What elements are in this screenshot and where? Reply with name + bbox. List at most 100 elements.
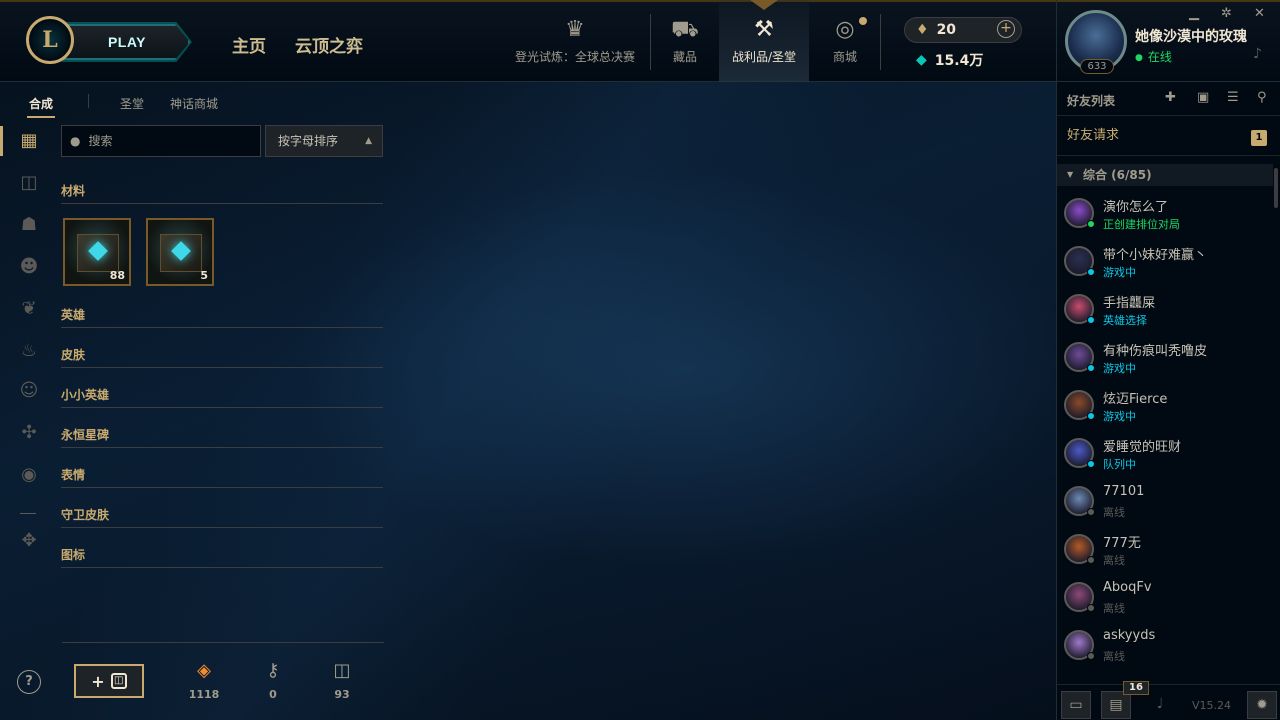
tab-mythic-shop[interactable]: 神话商城 [170, 95, 218, 112]
emote-face-icon[interactable]: ☺ [18, 380, 40, 402]
champion-helmet-icon[interactable]: ☗ [18, 214, 40, 236]
orange-essence-value: 1118 [188, 688, 220, 701]
friend-status: 离线 [1103, 554, 1125, 567]
profile-icon-category-icon[interactable]: ◉ [18, 464, 40, 486]
item-count: 5 [200, 269, 208, 282]
friend-group-label: 综合 (6/85) [1083, 168, 1152, 182]
category-ward-skins[interactable]: 守卫皮肤 [61, 506, 383, 528]
skin-mask-icon[interactable]: ☻ [18, 256, 40, 278]
search-icon[interactable]: ⚲ [1257, 90, 1267, 105]
help-button[interactable]: ? [17, 670, 41, 694]
friend-status: 离线 [1103, 602, 1125, 615]
blue-essence-icon: ◆ [916, 52, 927, 68]
friend-row[interactable]: 777无离线 [1057, 526, 1273, 574]
hammer-icon: ⚒ [754, 16, 774, 42]
friends-title: 好友列表 [1067, 94, 1116, 108]
friend-requests-row[interactable]: 好友请求 [1057, 116, 1280, 156]
notifications-icon[interactable]: ▤ [1101, 691, 1131, 719]
friend-row[interactable]: 77101 离线 [1057, 478, 1273, 526]
tab-sanctum[interactable]: 圣堂 [120, 95, 144, 112]
friend-name: 77101 [1103, 484, 1145, 499]
blue-essence-balance: ◆ 15.4万 [916, 50, 983, 70]
friend-status-dot [1087, 220, 1095, 228]
nav-collection[interactable]: ⛟ 藏品 [660, 0, 710, 82]
friends-scrollbar[interactable] [1274, 168, 1278, 208]
notification-bell-icon[interactable]: ♪ [1253, 46, 1262, 62]
minimize-icon[interactable]: ▁ [1189, 6, 1199, 21]
category-materials[interactable]: 材料 [61, 182, 383, 204]
nav-store-label: 商城 [832, 49, 857, 64]
add-friend-icon[interactable]: ✚ [1165, 90, 1176, 105]
friend-name: 777无 [1103, 536, 1141, 551]
chest-category-icon[interactable]: ◫ [18, 172, 40, 194]
friend-status-dot [1087, 556, 1095, 564]
loot-item-chest[interactable]: 88 [63, 218, 131, 286]
footer-divider [62, 642, 384, 643]
friend-row[interactable]: askyyds 离线 [1057, 622, 1273, 670]
friend-status-dot [1087, 652, 1095, 660]
nav-store[interactable]: ◎ 商城 [820, 0, 870, 82]
nav-worlds-event[interactable]: ♛ 登光试炼：全球总决赛 [512, 0, 638, 82]
summoner-name[interactable]: 她像沙漠中的玫瑰 [1135, 26, 1247, 46]
category-emotes[interactable]: 表情 [61, 466, 383, 488]
list-view-icon[interactable]: ☰ [1227, 90, 1239, 105]
category-icons[interactable]: 图标 [61, 546, 383, 568]
search-input[interactable] [88, 134, 249, 148]
ward-totem-icon[interactable]: ✣ [18, 422, 40, 444]
key-icon: ⚷ [266, 660, 280, 681]
friend-row[interactable]: AboqFv 离线 [1057, 574, 1273, 622]
friend-status: 游戏中 [1103, 362, 1136, 375]
bug-report-icon[interactable]: ✹ [1247, 691, 1277, 719]
friend-row[interactable]: 手指龘屎 英雄选择 [1057, 286, 1273, 334]
category-little-legends[interactable]: 小小英雄 [61, 386, 383, 408]
friend-row[interactable]: 带个小妹好难赢丶 游戏中 [1057, 238, 1273, 286]
caret-down-icon: ▼ [1067, 170, 1074, 179]
buy-chest-button[interactable]: + ◫ [74, 664, 144, 698]
chat-icon[interactable]: ▭ [1061, 691, 1091, 719]
friend-status: 游戏中 [1103, 410, 1136, 423]
eternals-flame-icon[interactable]: ♨ [18, 340, 40, 362]
nav-tft[interactable]: 云顶之弈 [295, 32, 363, 57]
profile-panel: 633 她像沙漠中的玫瑰 在线 ▁ ✲ ✕ ♪ [1056, 0, 1280, 82]
item-count: 88 [109, 269, 125, 282]
sort-dropdown[interactable]: 按字母排序 ▲ [265, 125, 383, 157]
loot-item-chest-2[interactable]: 5 [146, 218, 214, 286]
tab-crafting[interactable]: 合成 [26, 95, 56, 118]
top-navigation: PLAY L 主页 云顶之弈 ♛ 登光试炼：全球总决赛 ⛟ 藏品 ⚒ 战利品/圣… [0, 0, 1056, 82]
friend-name: askyyds [1103, 628, 1156, 643]
friend-row[interactable]: 演你怎么了 正创建排位对局 [1057, 190, 1273, 238]
nav-loot[interactable]: ⚒ 战利品/圣堂 [719, 0, 809, 82]
resource-chests: ◫ 93 [322, 660, 362, 701]
buy-currency-button[interactable]: + [997, 20, 1015, 38]
friend-name: 有种伤痕叫秃噜皮 [1103, 344, 1208, 359]
microphone-icon[interactable]: ♩ [1145, 691, 1175, 719]
play-button[interactable]: PLAY [64, 24, 190, 60]
blue-essence-value: 15.4万 [934, 53, 984, 69]
friend-name: 带个小妹好难赢丶 [1103, 248, 1208, 263]
little-legend-icon[interactable]: ❦ [18, 298, 40, 320]
nav-home[interactable]: 主页 [232, 32, 266, 57]
league-logo-icon: L [26, 16, 74, 64]
key-value: 0 [269, 688, 277, 701]
orange-essence-icon: ◈ [197, 660, 211, 681]
nav-worlds-label: 登光试炼：全球总决赛 [514, 49, 635, 64]
friend-name: 炫迈Fierce [1103, 392, 1168, 407]
summoner-status[interactable]: 在线 [1135, 48, 1172, 65]
friend-row[interactable]: 有种伤痕叫秃噜皮 游戏中 [1057, 334, 1273, 382]
category-eternals[interactable]: 永恒星碑 [61, 426, 383, 448]
friend-group-header[interactable]: ▼ 综合 (6/85) [1057, 164, 1273, 186]
category-champions[interactable]: 英雄 [61, 306, 383, 328]
friend-status: 正创建排位对局 [1103, 218, 1180, 231]
category-skins[interactable]: 皮肤 [61, 346, 383, 368]
friend-row[interactable]: 爱睡觉的旺财 队列中 [1057, 430, 1273, 478]
search-field[interactable]: ● [61, 125, 261, 157]
friend-row[interactable]: 炫迈Fierce 游戏中 [1057, 382, 1273, 430]
nav-divider [650, 14, 651, 70]
close-icon[interactable]: ✕ [1254, 6, 1265, 21]
friend-status-dot [1087, 364, 1095, 372]
add-folder-icon[interactable]: ▣ [1197, 90, 1209, 105]
plus-icon: + [91, 671, 105, 691]
settings-gear-icon[interactable]: ✲ [1221, 6, 1232, 21]
misc-crest-icon[interactable]: ✥ [18, 530, 40, 552]
grid-all-icon[interactable]: ▦ [18, 130, 40, 152]
